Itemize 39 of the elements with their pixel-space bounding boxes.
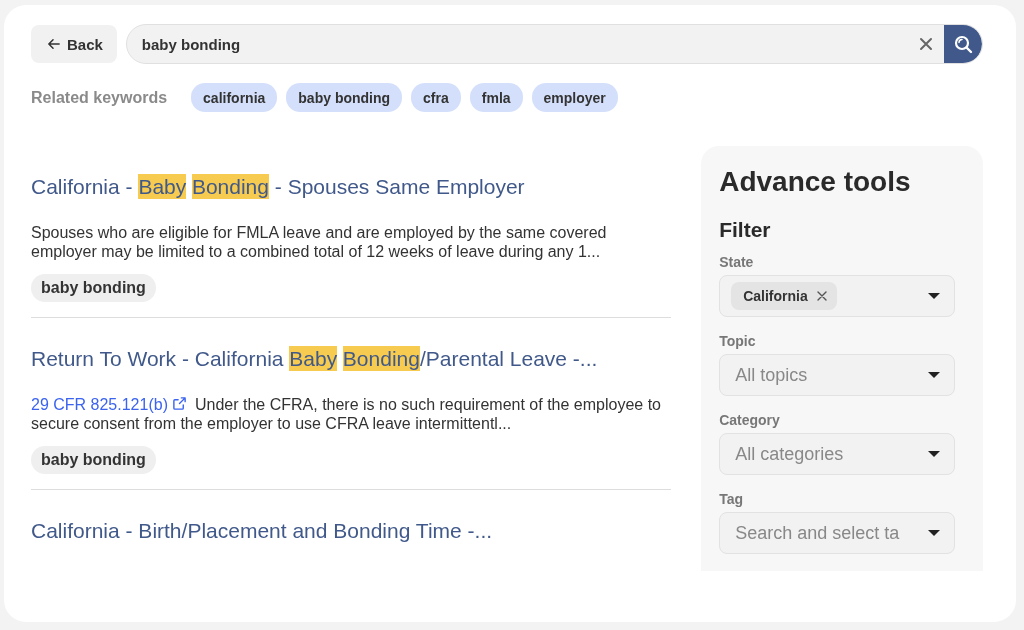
caret-down-icon — [928, 451, 940, 457]
caret-down-icon — [928, 293, 940, 299]
close-icon — [816, 291, 827, 301]
result-snippet: Spouses who are eligible for FMLA leave and are employed by the same covered employer may be limited to a combined total of 12 weeks of leave during any 1... — [31, 223, 608, 261]
keyword-chip[interactable]: fmla — [469, 83, 523, 112]
keyword-chip[interactable]: cfra — [411, 83, 461, 112]
filter-label: State — [719, 254, 755, 270]
keyword-chip[interactable]: baby bonding — [286, 83, 403, 112]
panel-title: Advance tools — [719, 166, 912, 198]
search-button[interactable] — [944, 25, 982, 63]
filter-label: Tag — [719, 491, 744, 507]
tag-chip[interactable]: baby bonding — [31, 446, 156, 474]
search-input[interactable]: baby bonding — [126, 35, 919, 53]
filter-label: Category — [719, 412, 781, 428]
search-icon — [953, 34, 973, 54]
dropdown-placeholder: All topics — [735, 364, 808, 386]
search-field[interactable]: baby bonding — [125, 24, 983, 64]
caret-down-icon — [928, 530, 940, 536]
result-snippet: 29 CFR 825.121(b) Under the CFRA, there is no such requirement of the employee to secure consent from the employer to use CFRA leave intermittentl... — [31, 395, 662, 433]
dropdown-placeholder: All categories — [735, 443, 844, 465]
filter-label: Topic — [719, 333, 757, 349]
related-keywords-label: Related keywords — [31, 88, 168, 107]
external-link-icon — [171, 396, 187, 411]
arrow-left-icon — [46, 36, 61, 52]
result-title-link[interactable]: California - Baby Bonding - Spouses Same Employer — [31, 174, 672, 200]
caret-down-icon — [928, 372, 940, 378]
tag-chip[interactable]: baby bonding — [31, 274, 156, 302]
keyword-chip[interactable]: employer — [531, 83, 618, 112]
close-icon[interactable] — [919, 37, 933, 51]
chip-label: California — [743, 288, 808, 304]
keyword-chip[interactable]: california — [191, 83, 278, 112]
result-title-link[interactable]: Return To Work - California Baby Bonding/Parental Leave -... — [31, 346, 672, 372]
result-title-link[interactable]: California - Birth/Placement and Bonding Time -... — [31, 518, 672, 544]
citation-link[interactable]: 29 CFR 825.121(b) — [31, 396, 187, 413]
selected-chip[interactable]: California — [731, 282, 837, 310]
dropdown-placeholder: Search and select ta — [735, 522, 900, 544]
back-button[interactable]: Back — [31, 25, 117, 63]
filter-heading: Filter — [719, 218, 772, 242]
filter-dropdown[interactable]: California — [719, 275, 955, 317]
